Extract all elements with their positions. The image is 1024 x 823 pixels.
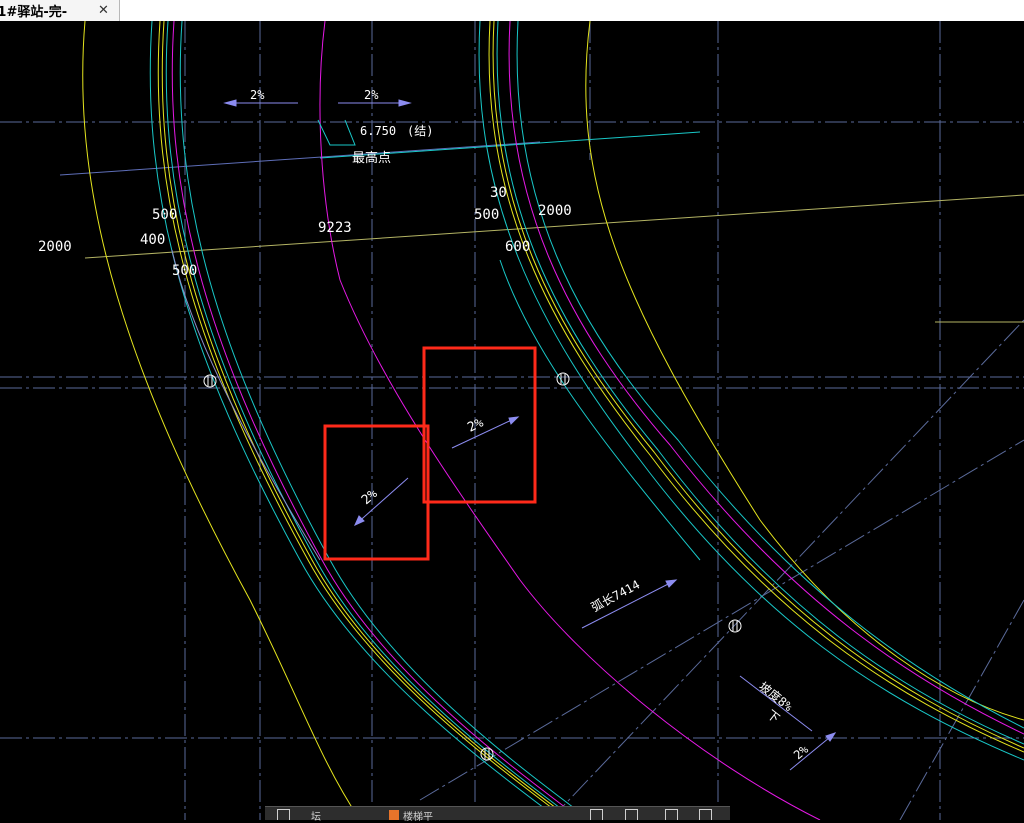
reference-line [59,141,541,176]
highlight-box-left [323,424,430,561]
toolbar-item-1[interactable]: 坛 [311,808,321,823]
dimension-2000-right: 2000 [538,203,572,219]
cad-drawing-canvas[interactable]: 2% 2% 6.750 (结) 最高点 2000 500 400 500 922… [0,21,1024,820]
edit-icon[interactable] [590,809,603,820]
home-icon[interactable] [625,809,638,820]
high-point-label: 最高点 [352,150,391,166]
dimension-400: 400 [140,232,165,248]
slope-label-left: 2% [250,88,265,102]
document-tab[interactable]: -1#驿站-完- ✕ [0,0,120,21]
arc-length-label: 弧长7414 [589,577,642,614]
dimension-500-c: 500 [474,207,499,223]
bottom-slope-label: 2% [791,742,812,763]
outer-boundary-lines [82,21,1024,820]
print-icon[interactable] [699,809,712,820]
ramp-direction-label: 下 [764,707,782,725]
slope-label-right: 2% [364,88,379,102]
dimension-500-a: 500 [152,207,177,223]
dimension-500-b: 500 [172,263,197,279]
copy-icon[interactable] [665,809,678,820]
document-tab-title: -1#驿站-完- [0,5,68,20]
dimension-9223: 9223 [318,220,352,236]
dimension-600: 600 [505,239,530,255]
color-swatch-icon[interactable] [389,810,399,820]
layout-icon[interactable] [277,809,290,820]
elevation-note: (结) [407,124,433,138]
high-point-symbol [317,119,356,146]
close-icon[interactable]: ✕ [98,3,109,18]
dimension-2000-left: 2000 [38,239,72,255]
elevation-label: 6.750 [360,124,396,138]
toolbar-item-2[interactable]: 楼梯平 [403,808,433,823]
dimension-30: 30 [490,185,507,201]
document-tab-bar: -1#驿站-完- ✕ [0,0,1024,21]
column-marker-3 [728,619,742,633]
box-right-slope-label: 2% [465,415,486,435]
layout-toolbar: 坛 楼梯平 [265,806,730,823]
right-wall-lines [478,21,1024,761]
